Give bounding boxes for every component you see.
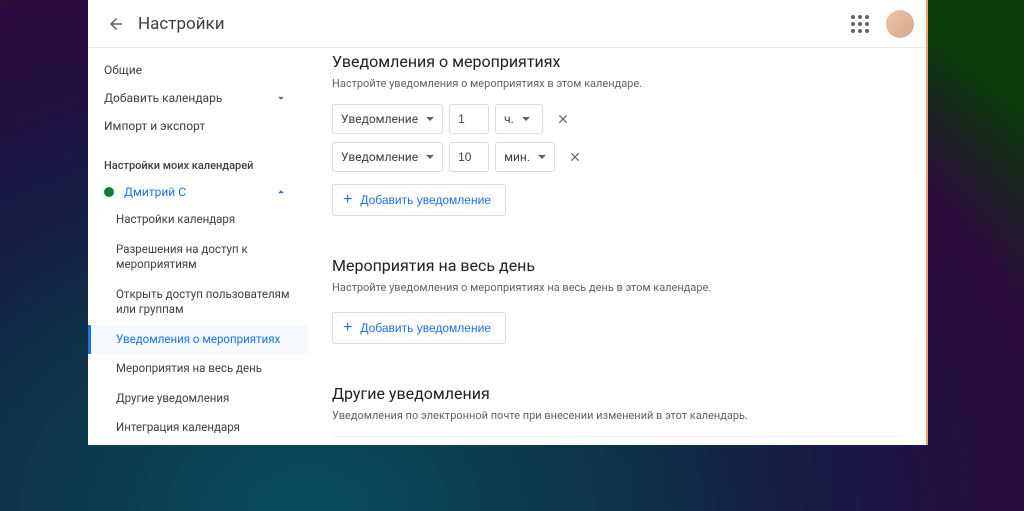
sidebar-my-calendars-heading: Настройки моих календарей [88,152,308,179]
avatar[interactable] [886,10,914,38]
settings-window: Настройки Общие Добавить календарь Импор… [88,0,928,445]
notif-type-select[interactable]: Уведомление [332,104,443,134]
section-desc: Уведомления по электронной почте при вне… [332,409,902,422]
sidebar: Общие Добавить календарь Импорт и экспор… [88,48,308,445]
section-all-day: Мероприятия на весь день Настройте уведо… [332,256,902,344]
section-title: Другие уведомления [332,384,902,403]
subitem-cal-settings[interactable]: Настройки календаря [88,205,308,235]
notif-unit-select[interactable]: мин. [495,142,555,172]
add-notification-button[interactable]: + Добавить уведомление [332,184,506,216]
sidebar-add-calendar[interactable]: Добавить календарь [88,84,308,112]
subitem-event-notifs[interactable]: Уведомления о мероприятиях [88,325,308,355]
section-desc: Настройте уведомления о мероприятиях в э… [332,77,902,90]
plus-icon: + [343,192,352,208]
chevron-up-icon [274,185,288,199]
calendar-color-dot [104,187,114,197]
add-allday-notification-button[interactable]: + Добавить уведомление [332,312,506,344]
other-row-new-events: Новые мероприятия Добавление мероприятия… [332,436,902,445]
dropdown-icon [538,155,546,159]
remove-notif-button[interactable] [561,143,589,171]
back-button[interactable] [100,8,132,40]
notif-unit-label: ч. [504,112,514,126]
notif-row: Уведомление мин. [332,142,902,172]
subitem-access-perms[interactable]: Разрешения на доступ к мероприятиям [88,235,308,280]
section-event-notifs: Уведомления о мероприятиях Настройте уве… [332,52,902,216]
dropdown-icon [522,117,530,121]
subitem-share-users[interactable]: Открыть доступ пользователям или группам [88,280,308,325]
content: Уведомления о мероприятиях Настройте уве… [308,48,926,445]
section-title: Уведомления о мероприятиях [332,52,902,71]
sidebar-calendar-dmitriy[interactable]: Дмитрий С [88,179,308,205]
chevron-down-icon [274,91,288,105]
arrow-left-icon [107,15,125,33]
close-icon [556,112,570,126]
close-icon [568,150,582,164]
add-notif-label: Добавить уведомление [360,193,491,207]
subitem-other-notifs[interactable]: Другие уведомления [88,384,308,414]
sidebar-import-export[interactable]: Импорт и экспорт [88,112,308,140]
header-right [844,8,914,40]
dropdown-icon [426,117,434,121]
notif-type-select[interactable]: Уведомление [332,142,443,172]
subitem-integrate[interactable]: Интеграция календаря [88,413,308,443]
sidebar-add-calendar-label: Добавить календарь [104,91,222,105]
subitem-all-day[interactable]: Мероприятия на весь день [88,354,308,384]
header: Настройки [88,0,926,48]
notif-unit-label: мин. [504,150,530,164]
section-other-notifs: Другие уведомления Уведомления по электр… [332,384,902,445]
sidebar-general[interactable]: Общие [88,56,308,84]
notif-type-label: Уведомление [341,150,418,164]
calendar-name: Дмитрий С [124,185,186,199]
section-desc: Настройте уведомления о мероприятиях на … [332,281,902,294]
notif-row: Уведомление ч. [332,104,902,134]
notif-type-label: Уведомление [341,112,418,126]
body: Общие Добавить календарь Импорт и экспор… [88,48,926,445]
section-title: Мероприятия на весь день [332,256,902,275]
dropdown-icon [426,155,434,159]
notif-value-input[interactable] [449,142,489,172]
sidebar-subitems: Настройки календаря Разрешения на доступ… [88,205,308,445]
page-title: Настройки [138,14,225,34]
plus-icon: + [343,320,352,336]
add-notif-label: Добавить уведомление [360,321,491,335]
apps-button[interactable] [844,8,876,40]
notif-unit-select[interactable]: ч. [495,104,543,134]
subitem-delete-cal[interactable]: Удаление календаря [88,443,308,445]
remove-notif-button[interactable] [549,105,577,133]
apps-icon [851,15,869,33]
notif-value-input[interactable] [449,104,489,134]
